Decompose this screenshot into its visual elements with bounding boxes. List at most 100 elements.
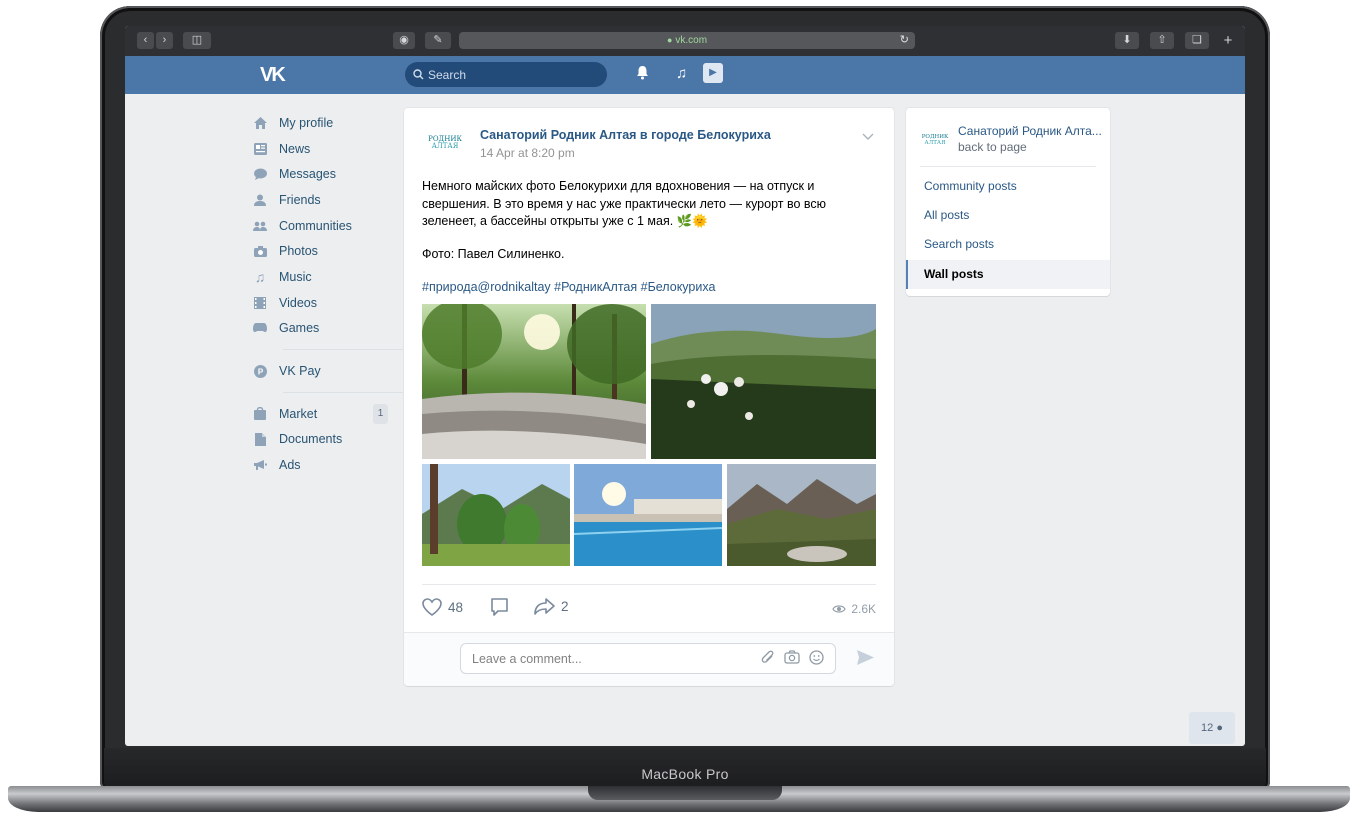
video-play-icon[interactable]: ▶ [703, 63, 723, 83]
panel-community-avatar[interactable]: РОДНИК АЛТАЯ [918, 123, 952, 157]
address-bar[interactable]: ● vk.com ↻ [459, 32, 915, 49]
search-input[interactable] [428, 67, 598, 82]
device-label: MacBook Pro [641, 766, 729, 782]
document-icon [253, 432, 267, 446]
nav-item-videos[interactable]: Videos [253, 290, 393, 316]
search-box[interactable] [405, 62, 607, 87]
filter-community-posts[interactable]: Community posts [906, 172, 1110, 201]
post-date[interactable]: 14 Apr at 8:20 pm [480, 146, 575, 160]
like-button[interactable]: 48 [422, 598, 463, 616]
back-to-page-link[interactable]: back to page [958, 140, 1027, 154]
online-friends-button[interactable]: 12 ● [1189, 712, 1235, 744]
views-count: 2.6K [851, 602, 876, 616]
nav-divider [283, 391, 411, 393]
filter-search-posts[interactable]: Search posts [906, 230, 1110, 259]
bezel-bottom: MacBook Pro [104, 748, 1266, 788]
nav-label: VK Pay [279, 364, 321, 379]
share-button[interactable]: 2 [534, 598, 569, 615]
nav-label: Documents [279, 432, 343, 447]
avatar-text-bottom: АЛТАЯ [431, 142, 459, 150]
nav-label: Messages [279, 167, 336, 182]
filter-all-posts[interactable]: All posts [906, 201, 1110, 230]
comment-input[interactable] [460, 643, 836, 674]
camera-icon [253, 244, 267, 258]
community-avatar[interactable]: РОДНИК АЛТАЯ [424, 122, 466, 164]
news-icon [253, 142, 267, 156]
nav-item-news[interactable]: News [253, 136, 393, 162]
privacy-icon[interactable]: ◉ [393, 32, 415, 49]
reload-icon[interactable]: ↻ [900, 32, 909, 49]
messages-icon [253, 167, 267, 181]
nav-label: Videos [279, 295, 317, 310]
music-header-icon[interactable]: ♫ [676, 65, 687, 83]
home-icon [253, 116, 267, 130]
bell-icon[interactable] [636, 65, 649, 85]
vkpay-icon: P [253, 364, 267, 378]
nav-item-documents[interactable]: Documents [253, 427, 393, 453]
nav-label: Market [279, 406, 318, 421]
laptop-notch [588, 786, 782, 800]
nav-item-music[interactable]: ♫ Music [253, 264, 393, 290]
heart-icon [422, 598, 442, 616]
panel-avatar-text-bottom: АЛТАЯ [924, 140, 946, 146]
vk-header: VK ♫ ▶ [125, 56, 1245, 94]
post-divider [422, 584, 876, 585]
photo-mountain-trees[interactable] [422, 464, 570, 566]
chevron-down-icon[interactable] [862, 128, 874, 143]
url-text: vk.com [675, 35, 708, 46]
nav-item-market[interactable]: Market 1 [253, 401, 393, 427]
filter-wall-posts[interactable]: Wall posts [906, 260, 1110, 289]
nav-item-communities[interactable]: Communities [253, 213, 393, 239]
share-icon[interactable]: ⇧ [1150, 32, 1174, 49]
post-hashtags[interactable]: #природа@rodnikaltay #РодникАлтая #Белок… [422, 280, 715, 294]
svg-text:P: P [257, 367, 263, 376]
market-badge: 1 [373, 403, 388, 424]
back-button[interactable]: ‹ [137, 32, 154, 49]
panel-community-name[interactable]: Санаторий Родник Алта... [958, 124, 1103, 138]
nav-item-friends[interactable]: Friends [253, 187, 393, 213]
tabs-icon[interactable]: ❏ [1185, 32, 1209, 49]
post-card: РОДНИК АЛТАЯ Санаторий Родник Алтая в го… [404, 108, 894, 686]
nav-label: News [279, 141, 311, 156]
nav-label: Games [279, 321, 320, 336]
video-icon [253, 296, 267, 310]
left-nav: My profile News Messages Friends Communi… [253, 110, 411, 478]
camera-attach-icon[interactable] [784, 650, 800, 667]
nav-item-vk-pay[interactable]: P VK Pay [253, 358, 393, 384]
megaphone-icon [253, 458, 267, 472]
post-author[interactable]: Санаторий Родник Алтая в городе Белокури… [480, 128, 771, 142]
vk-logo[interactable]: VK [260, 64, 286, 87]
comment-button[interactable] [490, 598, 515, 616]
forward-button[interactable]: › [156, 32, 173, 49]
nav-label: Friends [279, 192, 321, 207]
photo-wild-roses[interactable] [651, 304, 876, 459]
comment-area [404, 632, 894, 686]
photo-valley[interactable] [727, 464, 876, 566]
friends-icon [253, 193, 267, 207]
nav-label: Ads [279, 458, 301, 473]
post-caption: Фото: Павел Силиненко. [422, 247, 565, 261]
new-tab-icon[interactable]: + [1217, 32, 1239, 49]
share-arrow-icon [534, 598, 555, 615]
emoji-icon[interactable] [809, 650, 824, 668]
nav-item-photos[interactable]: Photos [253, 238, 393, 264]
nav-item-my-profile[interactable]: My profile [253, 110, 393, 136]
post-text: Немного майских фото Белокурихи для вдох… [422, 179, 827, 228]
nav-item-messages[interactable]: Messages [253, 161, 393, 187]
attachment-icon[interactable] [761, 650, 775, 668]
send-icon[interactable] [856, 649, 875, 671]
photo-pool[interactable] [574, 464, 722, 566]
nav-label: Communities [279, 218, 352, 233]
market-icon [253, 407, 267, 421]
nav-label: Photos [279, 244, 318, 259]
screen: ‹ › ◫ ◉ ✎ ●vk.com ↻ ⬇ ⇧ ❏ + VK ♫ ▶ My pr… [125, 26, 1245, 746]
sidebar-toggle-button[interactable]: ◫ [183, 32, 211, 49]
online-count: 12 [1201, 722, 1214, 734]
nav-item-games[interactable]: Games [253, 316, 393, 342]
nav-item-ads[interactable]: Ads [253, 452, 393, 478]
reader-icon[interactable]: ✎ [425, 32, 451, 49]
panel-divider [920, 166, 1096, 167]
download-icon[interactable]: ⬇ [1115, 32, 1139, 49]
nav-label: My profile [279, 115, 334, 130]
photo-river-forest[interactable] [422, 304, 646, 459]
